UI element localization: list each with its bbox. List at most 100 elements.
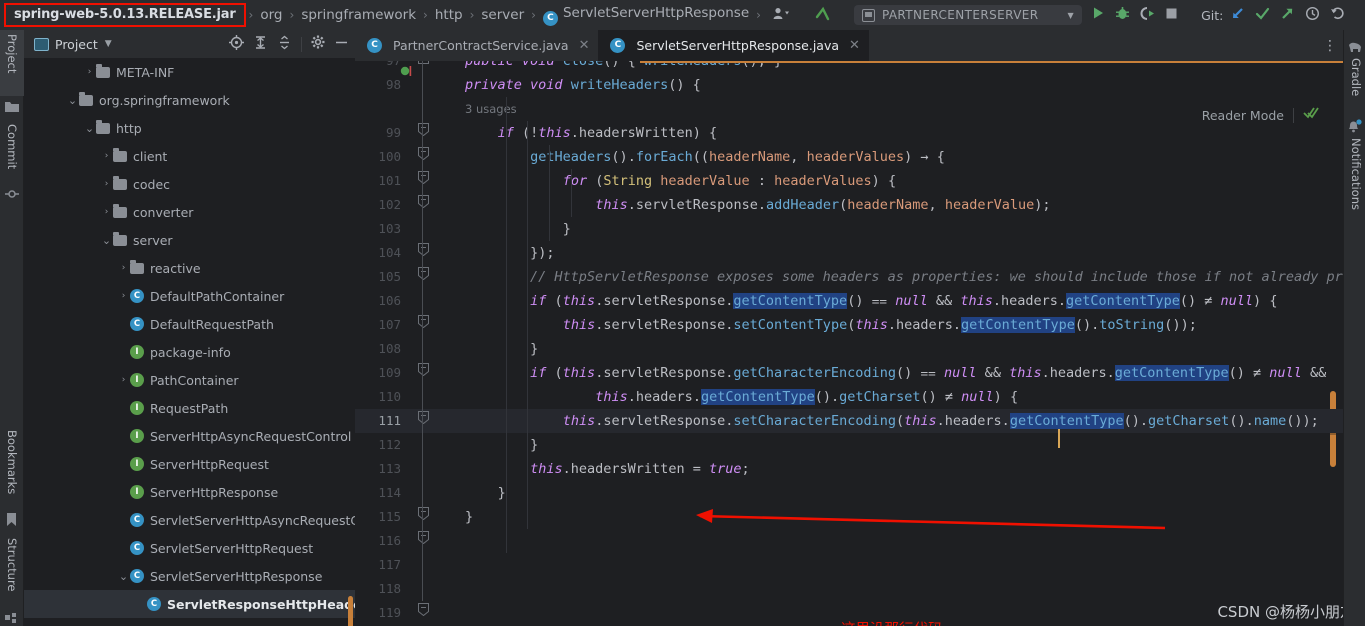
editor-tab-partnercontractservice[interactable]: C PartnerContractService.java ✕ — [355, 30, 598, 61]
tree-node[interactable]: Ipackage-info — [24, 338, 355, 366]
tree-node[interactable]: I ServerHttpRequest — [24, 450, 355, 478]
select-opened-file-icon[interactable] — [229, 34, 244, 54]
tree-node[interactable]: › C DefaultPathContainer — [24, 282, 355, 310]
sidebar-item-project[interactable]: Project — [0, 30, 24, 96]
chevron-down-icon[interactable]: ▼ — [105, 39, 112, 49]
tree-expand-arrow-icon[interactable]: › — [117, 375, 130, 385]
tree-node[interactable]: › converter — [24, 198, 355, 226]
usages-inlay-hint[interactable]: 3 usages — [465, 97, 517, 121]
debug-button[interactable] — [1110, 6, 1135, 25]
tree-expand-arrow-icon[interactable]: › — [100, 179, 113, 189]
tree-node[interactable]: C ServletServerHttpAsyncRequestCo — [24, 506, 355, 534]
tree-expand-arrow-icon[interactable]: ⌄ — [83, 122, 96, 135]
override-method-icon[interactable] — [400, 63, 414, 82]
tree-node[interactable]: C DefaultRequestPath — [24, 310, 355, 338]
code-fold-icon[interactable] — [417, 505, 429, 529]
code-fold-icon[interactable] — [417, 529, 429, 553]
code-fold-icon[interactable] — [417, 193, 429, 217]
expand-all-icon[interactable] — [253, 35, 268, 54]
code-fold-icon[interactable] — [417, 409, 429, 433]
more-options-icon[interactable]: ⋮ — [1323, 38, 1337, 54]
tree-node[interactable]: › client — [24, 142, 355, 170]
git-update-icon[interactable] — [1225, 6, 1250, 25]
tree-expand-arrow-icon[interactable]: › — [117, 291, 130, 301]
code-line[interactable]: 103 } — [355, 217, 1345, 241]
code-fold-icon[interactable] — [417, 121, 429, 145]
tree-expand-arrow-icon[interactable]: ⌄ — [117, 570, 130, 583]
tree-scrollbar[interactable] — [348, 596, 353, 626]
code-line[interactable]: 117 — [355, 553, 1345, 577]
tree-expand-arrow-icon[interactable]: ⌄ — [100, 234, 113, 247]
code-fold-icon[interactable] — [417, 313, 429, 337]
breadcrumb-item-springframework[interactable]: springframework — [297, 7, 420, 23]
tree-expand-arrow-icon[interactable]: › — [100, 151, 113, 161]
code-fold-icon[interactable] — [417, 169, 429, 193]
editor-tab-servletserverhttpresponse[interactable]: C ServletServerHttpResponse.java ✕ — [598, 30, 869, 61]
git-commit-icon[interactable] — [1250, 6, 1275, 25]
inspection-check-icon[interactable] — [1303, 106, 1319, 124]
code-fold-icon[interactable] — [417, 61, 429, 73]
tree-node[interactable]: I ServerHttpResponse — [24, 478, 355, 506]
tree-node[interactable]: › META-INF — [24, 58, 355, 86]
code-fold-icon[interactable] — [417, 241, 429, 265]
sidebar-item-bookmarks[interactable]: Bookmarks — [0, 426, 24, 508]
tree-node[interactable]: C ServletServerHttpRequest — [24, 534, 355, 562]
code-line[interactable]: 100 getHeaders().forEach((headerName, he… — [355, 145, 1345, 169]
run-button[interactable] — [1086, 6, 1110, 24]
sidebar-item-gradle[interactable]: Gradle — [1344, 54, 1365, 106]
code-line[interactable]: 109 if (this.servletResponse.getCharacte… — [355, 361, 1345, 385]
code-line[interactable]: 112 } — [355, 433, 1345, 457]
stop-button[interactable] — [1160, 7, 1183, 24]
breadcrumb-jar[interactable]: spring-web-5.0.13.RELEASE.jar — [4, 3, 246, 27]
code-line[interactable]: 99 if (!this.headersWritten) { — [355, 121, 1345, 145]
breadcrumb-item-server[interactable]: server — [477, 7, 528, 23]
vcs-branch-icon[interactable] — [809, 5, 836, 26]
user-profile-icon[interactable] — [768, 7, 795, 24]
tree-node[interactable]: › I PathContainer — [24, 366, 355, 394]
tree-node[interactable]: C ServletResponseHttpHeaders — [24, 590, 355, 618]
tree-node[interactable]: I ServerHttpAsyncRequestControl — [24, 422, 355, 450]
sidebar-item-structure[interactable]: Structure — [0, 534, 24, 606]
tree-expand-arrow-icon[interactable]: › — [100, 207, 113, 217]
code-line[interactable]: 3 usages — [355, 97, 1345, 121]
hide-panel-icon[interactable] — [334, 35, 349, 54]
tree-node[interactable]: › reactive — [24, 254, 355, 282]
breadcrumb-item-org[interactable]: org — [256, 7, 286, 23]
code-line[interactable]: 106 if (this.servletResponse.getContentT… — [355, 289, 1345, 313]
collapse-all-icon[interactable] — [277, 35, 292, 54]
code-line[interactable]: 108 } — [355, 337, 1345, 361]
tree-node[interactable]: ⌄ C ServletServerHttpResponse — [24, 562, 355, 590]
sidebar-item-notifications[interactable]: Notifications — [1344, 134, 1365, 234]
run-configuration-selector[interactable]: PARTNERCENTERSERVER ▼ — [853, 5, 1083, 25]
tree-node[interactable]: ⌄ server — [24, 226, 355, 254]
tree-expand-arrow-icon[interactable]: › — [83, 67, 96, 77]
code-fold-icon[interactable] — [417, 145, 429, 169]
reader-mode-widget[interactable]: Reader Mode — [1202, 106, 1319, 124]
tree-node[interactable]: ⌄ org.springframework — [24, 86, 355, 114]
tree-node[interactable]: I RequestPath — [24, 394, 355, 422]
close-icon[interactable]: ✕ — [579, 38, 590, 53]
code-line[interactable]: 116 — [355, 529, 1345, 553]
rollback-icon[interactable] — [1325, 6, 1350, 25]
code-line[interactable]: 107 this.servletResponse.setContentType(… — [355, 313, 1345, 337]
code-editor[interactable]: 97public void close() { writeHeaders(); … — [355, 61, 1345, 626]
code-line[interactable]: 113 this.headersWritten = true; — [355, 457, 1345, 481]
tree-node[interactable]: › codec — [24, 170, 355, 198]
tree-node[interactable]: ⌄ http — [24, 114, 355, 142]
code-line[interactable]: 118 — [355, 577, 1345, 601]
breadcrumb-item-http[interactable]: http — [431, 7, 467, 23]
code-line[interactable]: 114 } — [355, 481, 1345, 505]
code-fold-icon[interactable] — [417, 361, 429, 385]
run-with-coverage-button[interactable] — [1135, 6, 1160, 25]
close-icon[interactable]: ✕ — [849, 38, 860, 53]
project-tree[interactable]: › META-INF ⌄ org.springframework ⌄ http › clien… — [24, 58, 355, 626]
gear-icon[interactable] — [311, 35, 325, 53]
code-line[interactable]: 105 // HttpServletResponse exposes some … — [355, 265, 1345, 289]
code-line[interactable]: 98 private void writeHeaders() { — [355, 73, 1345, 97]
code-fold-icon[interactable] — [417, 601, 429, 625]
code-line[interactable]: 110 this.headers.getContentType().getCha… — [355, 385, 1345, 409]
code-line[interactable]: 104 }); — [355, 241, 1345, 265]
breadcrumb-class[interactable]: C ServletServerHttpResponse — [539, 5, 753, 26]
code-line[interactable]: 101 for (String headerValue : headerValu… — [355, 169, 1345, 193]
code-line[interactable]: 111 this.servletResponse.setCharacterEnc… — [355, 409, 1345, 433]
